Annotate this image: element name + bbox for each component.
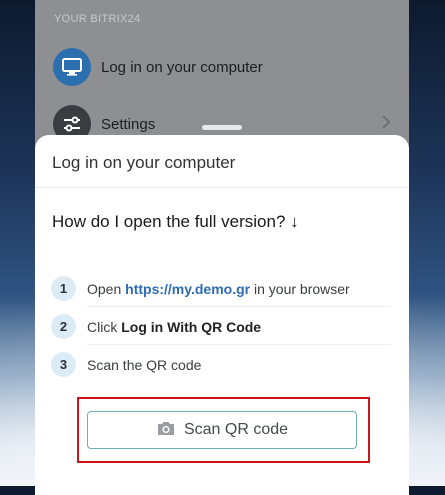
divider	[35, 187, 409, 188]
step-item: 1 Open https://my.demo.gr in your browse…	[51, 276, 391, 301]
step-item: 3 Scan the QR code	[51, 352, 391, 377]
url-link[interactable]: https://my.demo.gr	[125, 281, 250, 297]
full-version-question[interactable]: How do I open the full version? ↓	[52, 212, 299, 232]
step-text: Open https://my.demo.gr in your browser	[87, 280, 350, 297]
chevron-right-icon	[381, 114, 391, 135]
divider	[87, 344, 391, 345]
scan-button-label: Scan QR code	[183, 421, 289, 438]
scan-qr-code-button[interactable]: Scan QR code	[87, 411, 357, 449]
menu-item-label: Settings	[101, 115, 156, 133]
step-number-badge: 1	[51, 276, 76, 301]
divider	[87, 306, 391, 307]
sheet-title: Log in on your computer	[52, 153, 236, 172]
step-number-badge: 2	[51, 314, 76, 339]
step-emphasis: Log in With QR Code	[121, 318, 262, 335]
menu-item-log-in-on-computer[interactable]: Log in on your computer	[53, 47, 409, 87]
step-number-badge: 3	[51, 352, 76, 377]
step-text: Click Log in With QR Code	[87, 318, 262, 335]
section-label: YOUR BITRIX24	[54, 13, 141, 25]
menu-item-label: Log in on your computer	[101, 58, 263, 76]
sheet-drag-handle[interactable]	[202, 125, 242, 130]
step-item: 2 Click Log in With QR Code	[51, 314, 391, 339]
monitor-icon	[53, 48, 91, 86]
step-text: Scan the QR code	[87, 356, 202, 373]
camera-icon	[156, 420, 176, 441]
